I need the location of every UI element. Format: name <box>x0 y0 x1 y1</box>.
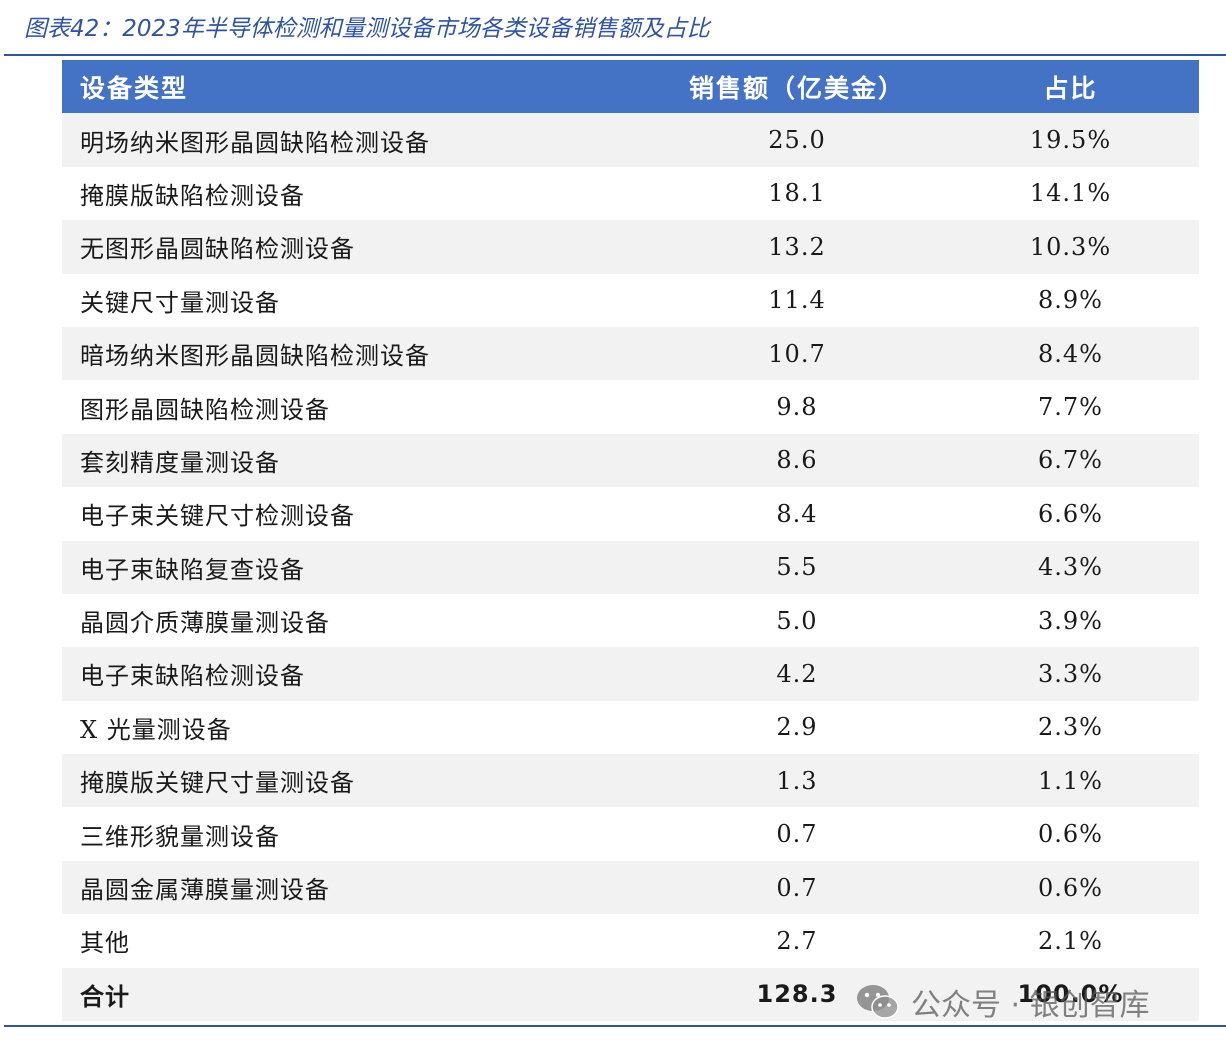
cell-type: 掩膜版关键尺寸量测设备 <box>80 769 355 798</box>
cell-sales: 9.8 <box>776 393 818 422</box>
cell-type: 电子束关键尺寸检测设备 <box>80 502 355 531</box>
cell-share: 6.6% <box>1038 499 1103 528</box>
cell-sales: 25.0 <box>768 126 826 155</box>
cell-sales: 5.0 <box>776 606 818 635</box>
table-header-row: 设备类型 销售额（亿美金） 占比 <box>62 60 1199 114</box>
cell-type: 关键尺寸量测设备 <box>80 288 280 317</box>
cell-type: 明场纳米图形晶圆缺陷检测设备 <box>80 128 430 157</box>
watermark-text: 公众号 · 银创智库 <box>911 988 1150 1023</box>
table-row: 晶圆介质薄膜量测设备 5.0 3.9% <box>62 593 1199 648</box>
watermark: 公众号 · 银创智库 <box>855 980 1150 1024</box>
cell-share: 2.3% <box>1038 713 1103 742</box>
cell-type: 电子束缺陷检测设备 <box>80 662 305 691</box>
cell-type: 图形晶圆缺陷检测设备 <box>80 395 330 424</box>
figure-caption: 图表42：2023年半导体检测和量测设备市场各类设备销售额及占比 <box>24 16 710 42</box>
table-row: 掩膜版关键尺寸量测设备 1.3 1.1% <box>62 754 1199 808</box>
cell-sales: 13.2 <box>768 232 826 261</box>
cell-share: 0.6% <box>1038 820 1103 849</box>
cell-share: 4.3% <box>1038 553 1103 582</box>
table-row: 电子束关键尺寸检测设备 8.4 6.6% <box>62 487 1199 541</box>
cell-type: 暗场纳米图形晶圆缺陷检测设备 <box>80 342 430 371</box>
cell-share: 7.7% <box>1038 393 1103 422</box>
cell-share: 1.1% <box>1038 766 1103 795</box>
cell-type: 电子束缺陷复查设备 <box>80 555 305 584</box>
cell-type: X 光量测设备 <box>80 715 232 744</box>
cell-type: 掩膜版缺陷检测设备 <box>80 181 305 210</box>
cell-share: 8.4% <box>1038 339 1103 368</box>
cell-share: 3.9% <box>1038 606 1103 635</box>
header-type: 设备类型 <box>80 73 189 103</box>
table-row: 其他 2.7 2.1% <box>62 914 1199 968</box>
cell-share: 0.6% <box>1038 873 1103 902</box>
table-row: 电子束缺陷检测设备 4.2 3.3% <box>62 647 1199 701</box>
table-row: 图形晶圆缺陷检测设备 9.8 7.7% <box>62 380 1199 434</box>
cell-share: 2.1% <box>1038 926 1103 955</box>
cell-share: 19.5% <box>1029 126 1112 155</box>
cell-sales: 8.6 <box>776 446 818 475</box>
caption-divider <box>4 54 1226 56</box>
cell-type: 晶圆金属薄膜量测设备 <box>80 876 330 905</box>
table-row: 明场纳米图形晶圆缺陷检测设备 25.0 19.5% <box>62 113 1199 167</box>
cell-share: 14.1% <box>1029 179 1112 208</box>
header-share: 占比 <box>1043 73 1098 103</box>
cell-share: 3.3% <box>1038 659 1103 688</box>
cell-sales: 8.4 <box>776 499 818 528</box>
table-row: 三维形貌量测设备 0.7 0.6% <box>62 807 1199 861</box>
header-sales: 销售额（亿美金） <box>688 73 905 103</box>
table-row: 电子束缺陷复查设备 5.5 4.3% <box>62 540 1199 594</box>
cell-sales: 18.1 <box>768 179 826 208</box>
table-row: X 光量测设备 2.9 2.3% <box>62 700 1199 755</box>
table-row: 暗场纳米图形晶圆缺陷检测设备 10.7 8.4% <box>62 326 1199 381</box>
cell-share: 8.9% <box>1038 286 1103 315</box>
table-row: 关键尺寸量测设备 11.4 8.9% <box>62 273 1199 327</box>
sales-table: 设备类型 销售额（亿美金） 占比 明场纳米图形晶圆缺陷检测设备 25.0 19.… <box>62 60 1199 1022</box>
cell-share: 6.7% <box>1038 446 1103 475</box>
cell-sales: 1.3 <box>776 766 818 795</box>
cell-type: 无图形晶圆缺陷检测设备 <box>80 235 355 264</box>
cell-sales: 0.7 <box>776 873 818 902</box>
cell-sales: 0.7 <box>776 820 818 849</box>
table-row: 掩膜版缺陷检测设备 18.1 14.1% <box>62 166 1199 221</box>
table-row: 套刻精度量测设备 8.6 6.7% <box>62 433 1199 488</box>
cell-type: 晶圆介质薄膜量测设备 <box>80 609 330 638</box>
table-row: 无图形晶圆缺陷检测设备 13.2 10.3% <box>62 220 1199 274</box>
wechat-icon <box>855 983 901 1021</box>
cell-sales: 11.4 <box>768 286 826 315</box>
cell-type: 其他 <box>80 929 130 958</box>
cell-sales: 4.2 <box>776 659 818 688</box>
cell-sales: 5.5 <box>776 553 818 582</box>
bottom-divider <box>4 1025 1226 1027</box>
cell-type: 套刻精度量测设备 <box>80 448 280 477</box>
cell-sales: 2.7 <box>776 926 818 955</box>
total-label: 合计 <box>80 982 130 1011</box>
cell-share: 10.3% <box>1029 232 1112 261</box>
cell-sales: 2.9 <box>776 713 818 742</box>
table-row: 晶圆金属薄膜量测设备 0.7 0.6% <box>62 860 1199 915</box>
cell-sales: 10.7 <box>768 339 826 368</box>
cell-type: 三维形貌量测设备 <box>80 822 280 851</box>
